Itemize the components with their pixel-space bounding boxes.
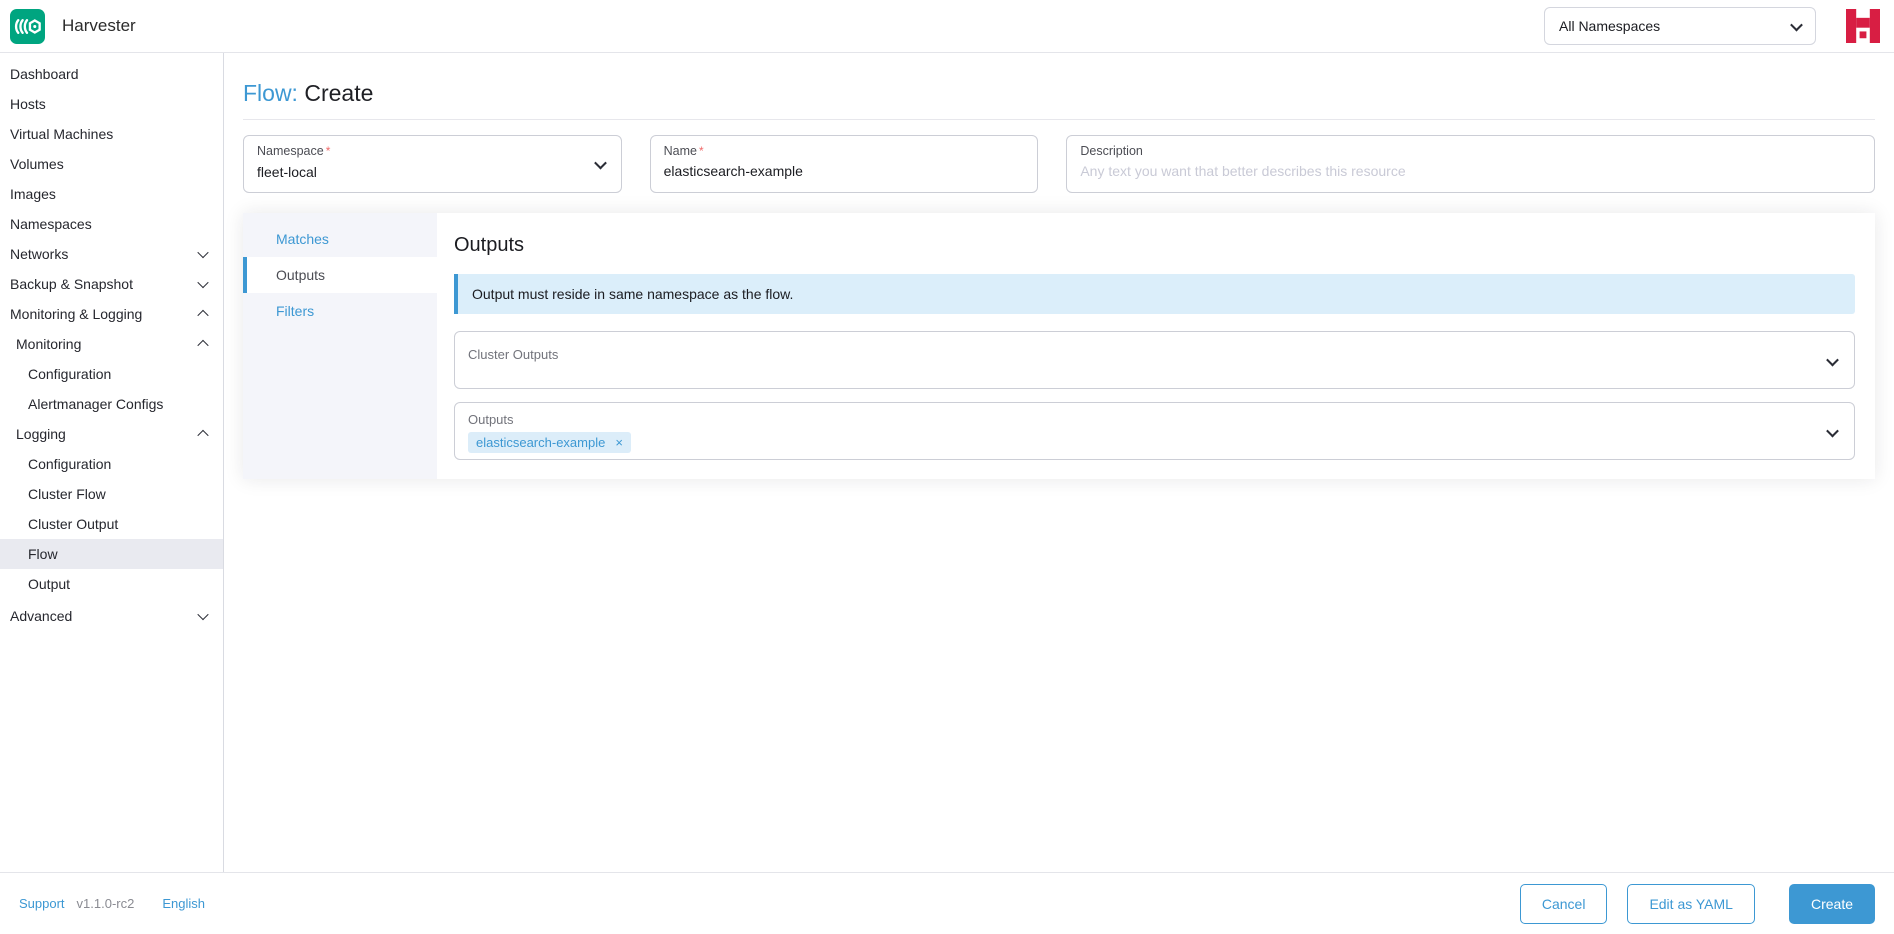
sidebar-item-label: Cluster Flow (28, 486, 106, 502)
title-divider (243, 119, 1875, 120)
harvester-logo-icon[interactable] (10, 9, 45, 44)
sidebar-item-hosts[interactable]: Hosts (0, 89, 223, 119)
sidebar-item-output[interactable]: Output (0, 569, 223, 599)
sidebar-item-label: Monitoring (16, 336, 81, 352)
panel-title: Outputs (454, 234, 1855, 257)
chevron-down-icon (197, 277, 208, 288)
sidebar-item-label: Configuration (28, 456, 111, 472)
sidebar-item-label: Flow (28, 546, 58, 562)
sidebar-item-virtual-machines[interactable]: Virtual Machines (0, 119, 223, 149)
sidebar-item-monitoring-configuration[interactable]: Configuration (0, 359, 223, 389)
sidebar-item-label: Alertmanager Configs (28, 396, 163, 412)
name-label: Name* (664, 144, 1025, 158)
create-button[interactable]: Create (1789, 884, 1875, 924)
sidebar-group-networks[interactable]: Networks (0, 239, 223, 269)
chevron-up-icon (197, 340, 208, 351)
sidebar-item-cluster-flow[interactable]: Cluster Flow (0, 479, 223, 509)
sidebar-item-label: Volumes (10, 156, 64, 172)
required-asterisk: * (699, 144, 704, 158)
namespace-value: fleet-local (257, 164, 608, 180)
tab-filters[interactable]: Filters (243, 293, 437, 329)
flow-config-card: Matches Outputs Filters Outputs Output m… (243, 213, 1875, 479)
sidebar-item-label: Networks (10, 246, 68, 262)
namespace-filter-value: All Namespaces (1559, 18, 1660, 34)
tab-list: Matches Outputs Filters (243, 213, 437, 479)
sidebar-group-logging[interactable]: Logging (0, 419, 223, 449)
namespace-filter-select[interactable]: All Namespaces (1544, 7, 1816, 45)
user-avatar-icon[interactable] (1846, 9, 1880, 43)
sidebar-item-cluster-output[interactable]: Cluster Output (0, 509, 223, 539)
sidebar-item-label: Namespaces (10, 216, 92, 232)
create-form-row: Namespace* fleet-local Name* Description (243, 135, 1875, 193)
description-field: Description (1066, 135, 1875, 193)
sidebar-group-backup-snapshot[interactable]: Backup & Snapshot (0, 269, 223, 299)
support-link[interactable]: Support (19, 896, 65, 911)
sidebar-group-monitoring[interactable]: Monitoring (0, 329, 223, 359)
sidebar-item-label: Hosts (10, 96, 46, 112)
sidebar-item-label: Monitoring & Logging (10, 306, 142, 322)
sidebar-item-label: Configuration (28, 366, 111, 382)
tag-close-icon[interactable]: × (615, 436, 623, 449)
cluster-outputs-label: Cluster Outputs (468, 347, 1841, 362)
app-title: Harvester (62, 16, 136, 36)
chevron-down-icon (1826, 425, 1839, 438)
version-text: v1.1.0-rc2 (77, 896, 135, 911)
sidebar-item-alertmanager-configs[interactable]: Alertmanager Configs (0, 389, 223, 419)
page-title: Flow: Create (243, 53, 1875, 107)
name-input[interactable] (664, 163, 1025, 179)
sidebar-item-dashboard[interactable]: Dashboard (0, 59, 223, 89)
edit-as-yaml-button[interactable]: Edit as YAML (1627, 884, 1755, 924)
description-label: Description (1080, 144, 1861, 158)
page-title-resource: Flow: (243, 80, 298, 106)
main-content: Flow: Create Namespace* fleet-local Name… (224, 53, 1894, 872)
sidebar-item-label: Output (28, 576, 70, 592)
namespace-label: Namespace* (257, 144, 608, 158)
required-asterisk: * (326, 144, 331, 158)
sidebar-item-label: Dashboard (10, 66, 79, 82)
sidebar-item-label: Virtual Machines (10, 126, 113, 142)
outputs-label: Outputs (468, 412, 1841, 427)
name-field: Name* (650, 135, 1039, 193)
chevron-down-icon (1790, 18, 1803, 31)
sidebar-item-volumes[interactable]: Volumes (0, 149, 223, 179)
chevron-up-icon (197, 430, 208, 441)
chevron-up-icon (197, 310, 208, 321)
tab-outputs[interactable]: Outputs (243, 257, 437, 293)
cluster-outputs-select[interactable]: Cluster Outputs (454, 331, 1855, 389)
sidebar-item-label: Advanced (10, 608, 72, 624)
top-header: Harvester All Namespaces (0, 0, 1894, 53)
footer-bar: Support v1.1.0-rc2 English Cancel Edit a… (0, 872, 1894, 934)
tab-matches[interactable]: Matches (243, 221, 437, 257)
sidebar-group-monitoring-logging[interactable]: Monitoring & Logging (0, 299, 223, 329)
namespace-select[interactable]: Namespace* fleet-local (243, 135, 622, 193)
sidebar-item-label: Logging (16, 426, 66, 442)
info-banner: Output must reside in same namespace as … (454, 274, 1855, 314)
sidebar-item-logging-configuration[interactable]: Configuration (0, 449, 223, 479)
selected-output-tag-label: elasticsearch-example (476, 435, 605, 450)
outputs-select[interactable]: Outputs elasticsearch-example × (454, 402, 1855, 460)
sidebar-group-advanced[interactable]: Advanced (0, 601, 223, 631)
sidebar-item-flow[interactable]: Flow (0, 539, 223, 569)
page-title-action: Create (304, 80, 373, 106)
description-input[interactable] (1080, 163, 1861, 179)
outputs-tab-panel: Outputs Output must reside in same names… (437, 213, 1875, 479)
sidebar-item-label: Images (10, 186, 56, 202)
chevron-down-icon (197, 247, 208, 258)
language-link[interactable]: English (162, 896, 205, 911)
cancel-button[interactable]: Cancel (1520, 884, 1608, 924)
selected-output-tag: elasticsearch-example × (468, 432, 631, 453)
sidebar-nav: Dashboard Hosts Virtual Machines Volumes… (0, 53, 224, 872)
sidebar-item-label: Cluster Output (28, 516, 118, 532)
sidebar-item-label: Backup & Snapshot (10, 276, 133, 292)
chevron-down-icon (197, 609, 208, 620)
sidebar-item-namespaces[interactable]: Namespaces (0, 209, 223, 239)
sidebar-item-images[interactable]: Images (0, 179, 223, 209)
